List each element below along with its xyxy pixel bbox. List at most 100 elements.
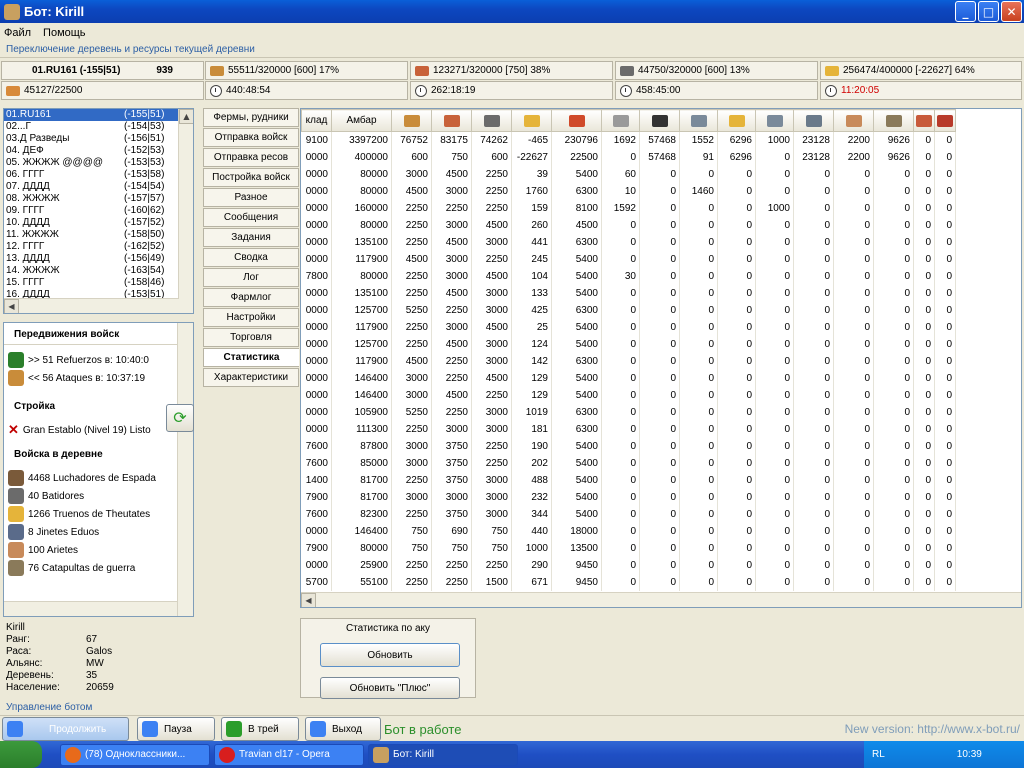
column-header[interactable]: [431, 109, 472, 132]
table-row[interactable]: 0000 117900 4500 3000 2250 245 5400 0 0 0 0 0 0 0 0 0 0: [301, 250, 956, 268]
maximize-button[interactable]: □: [978, 1, 999, 22]
tab-item[interactable]: Сообщения: [203, 208, 299, 227]
tab-item[interactable]: Фармлог: [203, 288, 299, 307]
table-row[interactable]: 0000 117900 4500 2250 3000 142 6300 0 0 0 0 0 0 0 0 0 0: [301, 352, 956, 370]
column-header[interactable]: [391, 109, 432, 132]
table-row[interactable]: 9100 3397200 76752 83175 74262 -465 230796 1692…: [301, 131, 956, 149]
table-row[interactable]: 7800 80000 2250 3000 4500 104 5400 30 0 0 0 0 0 0 0 0 0: [301, 267, 956, 285]
minimize-button[interactable]: _: [955, 1, 976, 22]
village-item[interactable]: 13. ДДДД (-156|49): [4, 253, 193, 265]
village-item[interactable]: 01.RU161 (-155|51): [4, 109, 193, 121]
column-header[interactable]: [873, 109, 914, 132]
table-row[interactable]: 0000 105900 5250 2250 3000 1019 6300 0 0 0 0 0 0 0 0 0 0: [301, 403, 956, 421]
column-header[interactable]: [601, 109, 640, 132]
table-hscroll[interactable]: ◀: [301, 592, 1021, 607]
table-row[interactable]: 0000 160000 2250 2250 2250 159 8100 1592 0 0 0 1000…: [301, 199, 956, 217]
task-odnoklassniki[interactable]: (78) Одноклассники...: [60, 743, 210, 766]
village-list-hscroll[interactable]: ◀: [4, 298, 179, 313]
continue-button[interactable]: Продолжить: [2, 717, 129, 741]
tray-button[interactable]: В трей: [221, 717, 299, 741]
table-row[interactable]: 0000 125700 5250 2250 3000 425 6300 0 0 0 0 0 0 0 0 0 0: [301, 301, 956, 319]
table-row[interactable]: 7600 82300 2250 3750 3000 344 5400 0 0 0 0 0 0 0 0 0 0: [301, 505, 956, 523]
tab-item[interactable]: Разное: [203, 188, 299, 207]
table-row[interactable]: 0000 125700 2250 4500 3000 124 5400 0 0 0 0 0 0 0 0 0 0: [301, 335, 956, 353]
pause-button[interactable]: Пауза: [137, 717, 215, 741]
tab-item[interactable]: Отправка войск: [203, 128, 299, 147]
village-item[interactable]: 05. ЖЖЖЖ @@@@ (-153|53): [4, 157, 193, 169]
tab-item[interactable]: Постройка войск: [203, 168, 299, 187]
column-header[interactable]: [793, 109, 834, 132]
village-item[interactable]: 12. ГГГГ (-162|52): [4, 241, 193, 253]
movement-hscroll[interactable]: [4, 601, 179, 616]
column-header[interactable]: [833, 109, 874, 132]
table-row[interactable]: 7600 87800 3000 3750 2250 190 5400 0 0 0 0 0 0 0 0 0 0: [301, 437, 956, 455]
table-row[interactable]: 0000 135100 2250 4500 3000 133 5400 0 0 0 0 0 0 0 0 0 0: [301, 284, 956, 302]
scroll-left-arrow[interactable]: ◀: [4, 299, 19, 313]
table-row[interactable]: 0000 146400 750 690 750 440 18000 0 0 0 0 0 0 0 0 0 0: [301, 522, 956, 540]
close-button[interactable]: ✕: [1001, 1, 1022, 22]
language-indicator[interactable]: RL: [872, 749, 885, 760]
village-item[interactable]: 15. ГГГГ (-158|46): [4, 277, 193, 289]
table-row[interactable]: 0000 80000 3000 4500 2250 39 5400 60 0 0 0 0 0 0 0 0 0: [301, 165, 956, 183]
table-row[interactable]: 7600 85000 3000 3750 2250 202 5400 0 0 0 0 0 0 0 0 0 0: [301, 454, 956, 472]
column-header[interactable]: [471, 109, 512, 132]
column-header[interactable]: [717, 109, 756, 132]
column-header[interactable]: клад: [301, 109, 332, 132]
table-row[interactable]: 0000 146400 3000 2250 4500 129 5400 0 0 0 0 0 0 0 0 0 0: [301, 369, 956, 387]
village-item[interactable]: 08. ЖЖЖЖ (-157|57): [4, 193, 193, 205]
table-row[interactable]: 7900 80000 750 750 750 1000 13500 0 0 0 0 0 0 0 0 0 0: [301, 539, 956, 557]
task-bot[interactable]: Бот: Kirill: [368, 743, 518, 766]
table-row[interactable]: 5700 55100 2250 2250 1500 671 9450 0 0 0 0 0 0 0 0 0 0: [301, 573, 956, 591]
table-row[interactable]: 0000 25900 2250 2250 2250 290 9450 0 0 0 0 0 0 0 0 0 0: [301, 556, 956, 574]
village-item[interactable]: 06. ГГГГ (-153|58): [4, 169, 193, 181]
column-header[interactable]: [511, 109, 552, 132]
village-item[interactable]: 10. ДДДД (-157|52): [4, 217, 193, 229]
village-list-vscroll[interactable]: ▲: [178, 109, 193, 313]
village-item[interactable]: 14. ЖЖЖЖ (-163|54): [4, 265, 193, 277]
exit-button[interactable]: Выход: [305, 717, 381, 741]
tab-item[interactable]: Сводка: [203, 248, 299, 267]
column-header[interactable]: [639, 109, 680, 132]
tab-item[interactable]: Лог: [203, 268, 299, 287]
tab-item[interactable]: Задания: [203, 228, 299, 247]
column-header[interactable]: [934, 109, 956, 132]
tab-item[interactable]: Торговля: [203, 328, 299, 347]
new-version-link[interactable]: New version: http://www.x-bot.ru/: [845, 722, 1020, 736]
task-opera[interactable]: Travian cl17 - Opera: [214, 743, 364, 766]
table-row[interactable]: 0000 135100 2250 4500 3000 441 6300 0 0 0 0 0 0 0 0 0 0: [301, 233, 956, 251]
menu-file[interactable]: Файл: [4, 27, 31, 39]
tab-item[interactable]: Фермы, рудники: [203, 108, 299, 127]
table-row[interactable]: 7900 81700 3000 3000 3000 232 5400 0 0 0 0 0 0 0 0 0 0: [301, 488, 956, 506]
table-row[interactable]: 0000 146400 3000 4500 2250 129 5400 0 0 0 0 0 0 0 0 0 0: [301, 386, 956, 404]
tab-item[interactable]: Настройки: [203, 308, 299, 327]
menu-help[interactable]: Помощь: [43, 27, 86, 39]
tab-item[interactable]: Статистика: [203, 348, 299, 367]
movement-vscroll[interactable]: [177, 323, 193, 616]
table-row[interactable]: 1400 81700 2250 3750 3000 488 5400 0 0 0 0 0 0 0 0 0 0: [301, 471, 956, 489]
village-item[interactable]: 11. ЖЖЖЖ (-158|50): [4, 229, 193, 241]
table-row[interactable]: 0000 80000 2250 3000 4500 260 4500 0 0 0 0 0 0 0 0 0 0: [301, 216, 956, 234]
village-item[interactable]: 03.Д Разведы (-156|51): [4, 133, 193, 145]
village-item[interactable]: 09. ГГГГ (-160|62): [4, 205, 193, 217]
refresh-plus-button[interactable]: Обновить "Плюс": [320, 677, 460, 699]
village-item[interactable]: 07. ДДДД (-154|54): [4, 181, 193, 193]
village-list[interactable]: 01.RU161 (-155|51) 02...Г (-154|53) 03.Д Раз…: [3, 108, 194, 314]
start-button[interactable]: [0, 741, 42, 768]
column-header[interactable]: Амбар: [331, 109, 392, 132]
tab-item[interactable]: Отправка ресов: [203, 148, 299, 167]
table-row[interactable]: 0000 400000 600 750 600 -22627 22500 0 57468 91 62…: [301, 148, 956, 166]
scroll-left-arrow[interactable]: ◀: [301, 593, 316, 607]
tab-item[interactable]: Характеристики: [203, 368, 299, 387]
refresh-button[interactable]: Обновить: [320, 643, 460, 667]
column-header[interactable]: [551, 109, 602, 132]
village-item[interactable]: 02...Г (-154|53): [4, 121, 193, 133]
village-item[interactable]: 04. ДЕФ (-152|53): [4, 145, 193, 157]
column-header[interactable]: [913, 109, 935, 132]
scroll-up-arrow[interactable]: ▲: [179, 109, 193, 124]
refresh-icon[interactable]: ⟳: [166, 404, 194, 432]
table-row[interactable]: 0000 117900 2250 3000 4500 25 5400 0 0 0 0 0 0 0 0 0 0: [301, 318, 956, 336]
column-header[interactable]: [679, 109, 718, 132]
table-row[interactable]: 0000 111300 2250 3000 3000 181 6300 0 0 0 0 0 0 0 0 0 0: [301, 420, 956, 438]
column-header[interactable]: [755, 109, 794, 132]
table-row[interactable]: 0000 80000 4500 3000 2250 1760 6300 10 0 1460 0 0 0 0…: [301, 182, 956, 200]
